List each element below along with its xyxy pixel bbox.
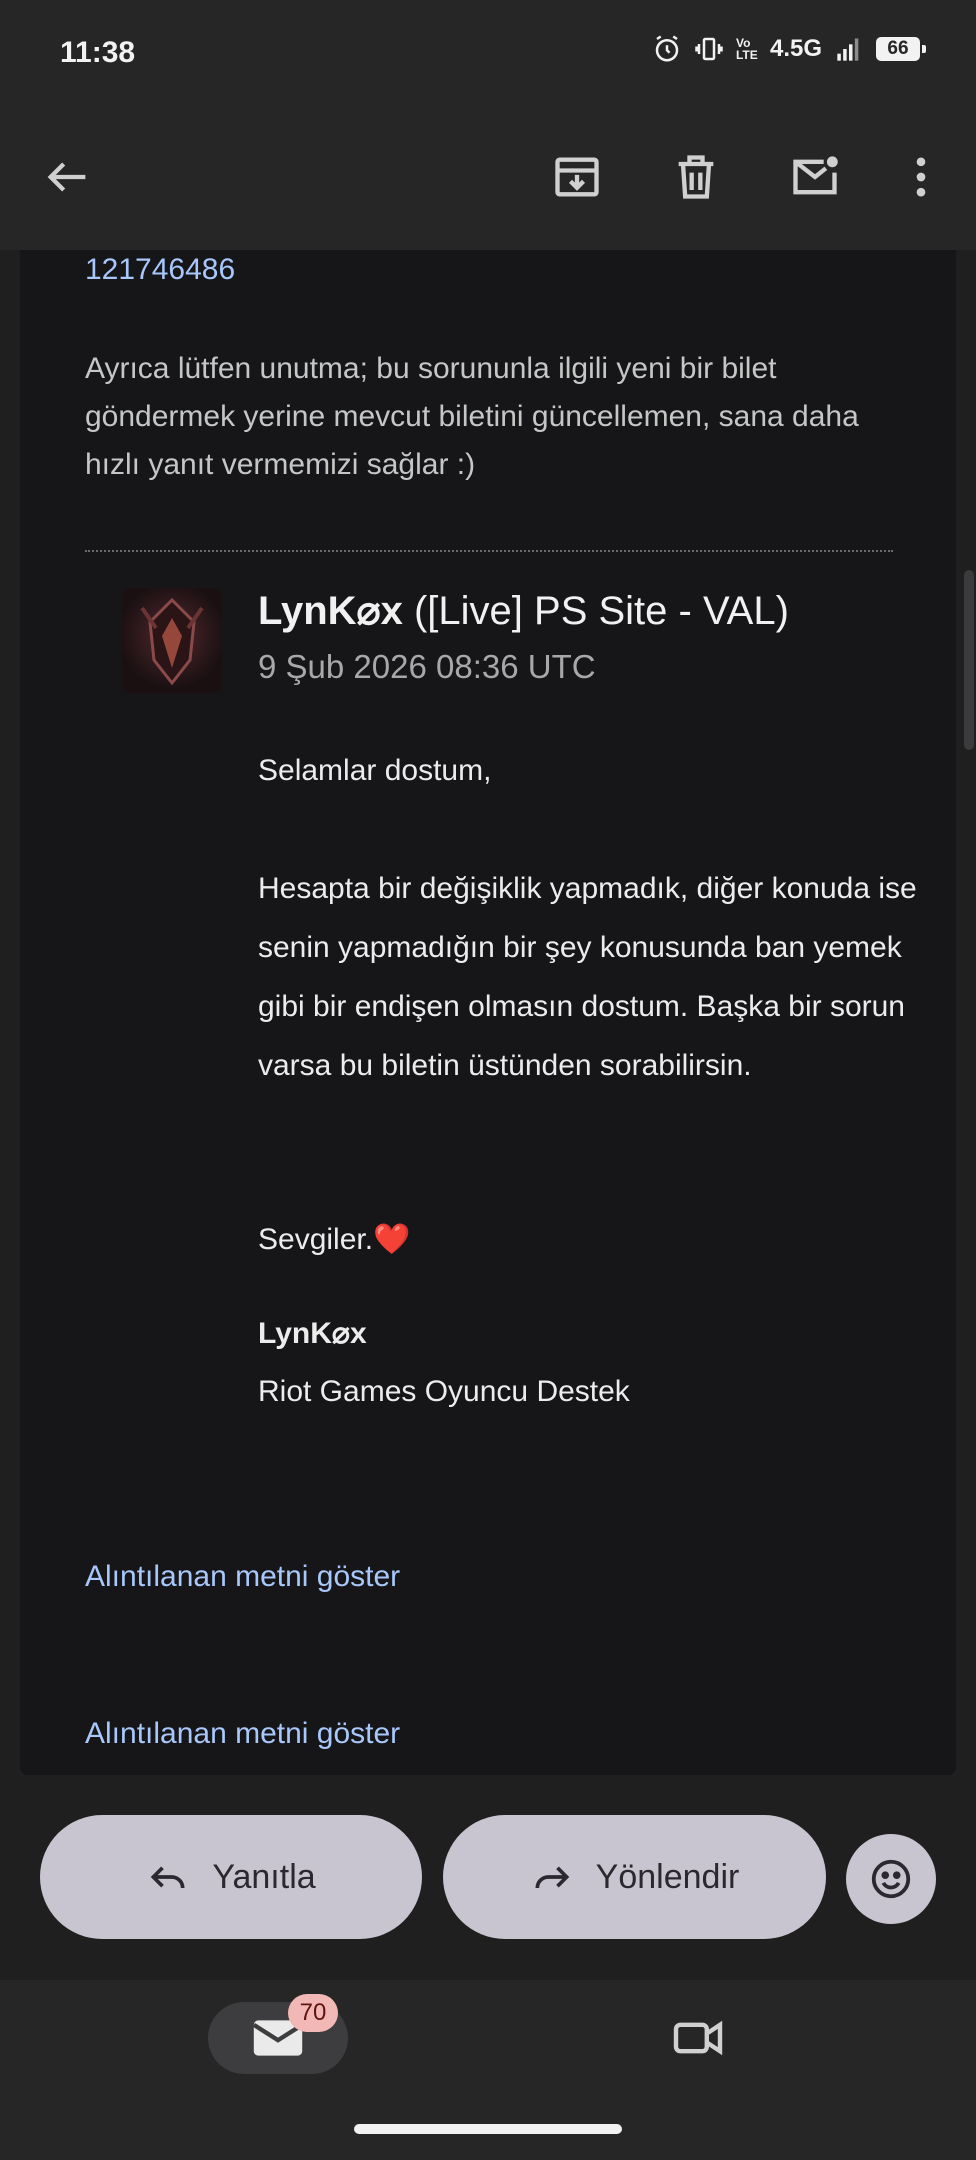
- message-divider: [85, 550, 893, 552]
- signature-name: LynK⌀x: [258, 1317, 367, 1350]
- message-date: 9 Şub 2026 08:36 UTC: [258, 648, 596, 685]
- status-time: 11:38: [60, 36, 136, 69]
- battery-indicator: 66: [876, 37, 926, 61]
- video-camera-icon: [673, 2020, 723, 2056]
- sender-name: LynK⌀x: [258, 589, 403, 633]
- forward-label: Yönlendir: [595, 1857, 740, 1896]
- forward-icon: [535, 1866, 569, 1889]
- show-quoted-text-link[interactable]: Alıntılanan metni göster: [85, 1560, 400, 1594]
- ticket-notice: Ayrıca lütfen unutma; bu sorununla ilgil…: [85, 352, 859, 481]
- vibrate-icon: [695, 37, 723, 61]
- volte-label: Vo LTE: [735, 36, 758, 62]
- email-body-panel: 121746486 Ayrıca lütfen unutma; bu sorun…: [20, 250, 956, 1775]
- sender-avatar: [122, 588, 222, 693]
- delete-button[interactable]: [660, 141, 732, 213]
- signal-icon: [837, 38, 859, 61]
- signature-organization: Riot Games Oyuncu Destek: [258, 1375, 630, 1408]
- message-body: Hesapta bir değişiklik yapmadık, diğer k…: [258, 872, 917, 1082]
- scrollbar[interactable]: [964, 570, 974, 750]
- top-app-bar: [0, 105, 976, 250]
- arrow-left-icon: [47, 162, 86, 192]
- status-bar: 11:38 Vo LTE 4.5G 66: [0, 0, 976, 105]
- emoji-smile-icon: [871, 1859, 911, 1899]
- archive-icon: [555, 157, 599, 197]
- network-label: 4.5G: [769, 35, 822, 62]
- back-button[interactable]: [32, 141, 104, 213]
- bottom-navigation: 70: [0, 1980, 976, 2160]
- status-icons: Vo LTE 4.5G 66: [652, 34, 926, 64]
- emoji-reaction-button[interactable]: [846, 1834, 936, 1924]
- trash-icon: [678, 155, 714, 199]
- unread-count-badge: 70: [288, 1994, 338, 2032]
- mark-unread-button[interactable]: [779, 141, 851, 213]
- reply-actions-bar: Yanıtla Yönlendir: [0, 1775, 976, 1980]
- sender-team: ([Live] PS Site - VAL): [413, 589, 789, 633]
- nav-meet-tab[interactable]: [658, 2002, 738, 2074]
- ticket-number-link[interactable]: 121746486: [85, 253, 235, 287]
- more-vertical-icon: [916, 157, 926, 197]
- reply-button[interactable]: Yanıtla: [40, 1815, 422, 1939]
- alarm-icon: [655, 35, 679, 62]
- archive-button[interactable]: [541, 141, 613, 213]
- message-closing: Sevgiler.❤️: [258, 1223, 411, 1256]
- reply-label: Yanıtla: [212, 1857, 316, 1896]
- home-indicator[interactable]: [354, 2124, 622, 2134]
- forward-button[interactable]: Yönlendir: [443, 1815, 826, 1939]
- show-quoted-text-link[interactable]: Alıntılanan metni göster: [85, 1717, 400, 1751]
- sender-header: LynK⌀x ([Live] PS Site - VAL): [258, 588, 789, 634]
- reply-icon: [151, 1866, 185, 1889]
- message-greeting: Selamlar dostum,: [258, 754, 492, 787]
- mail-unread-icon: [793, 156, 838, 195]
- more-options-button[interactable]: [885, 141, 957, 213]
